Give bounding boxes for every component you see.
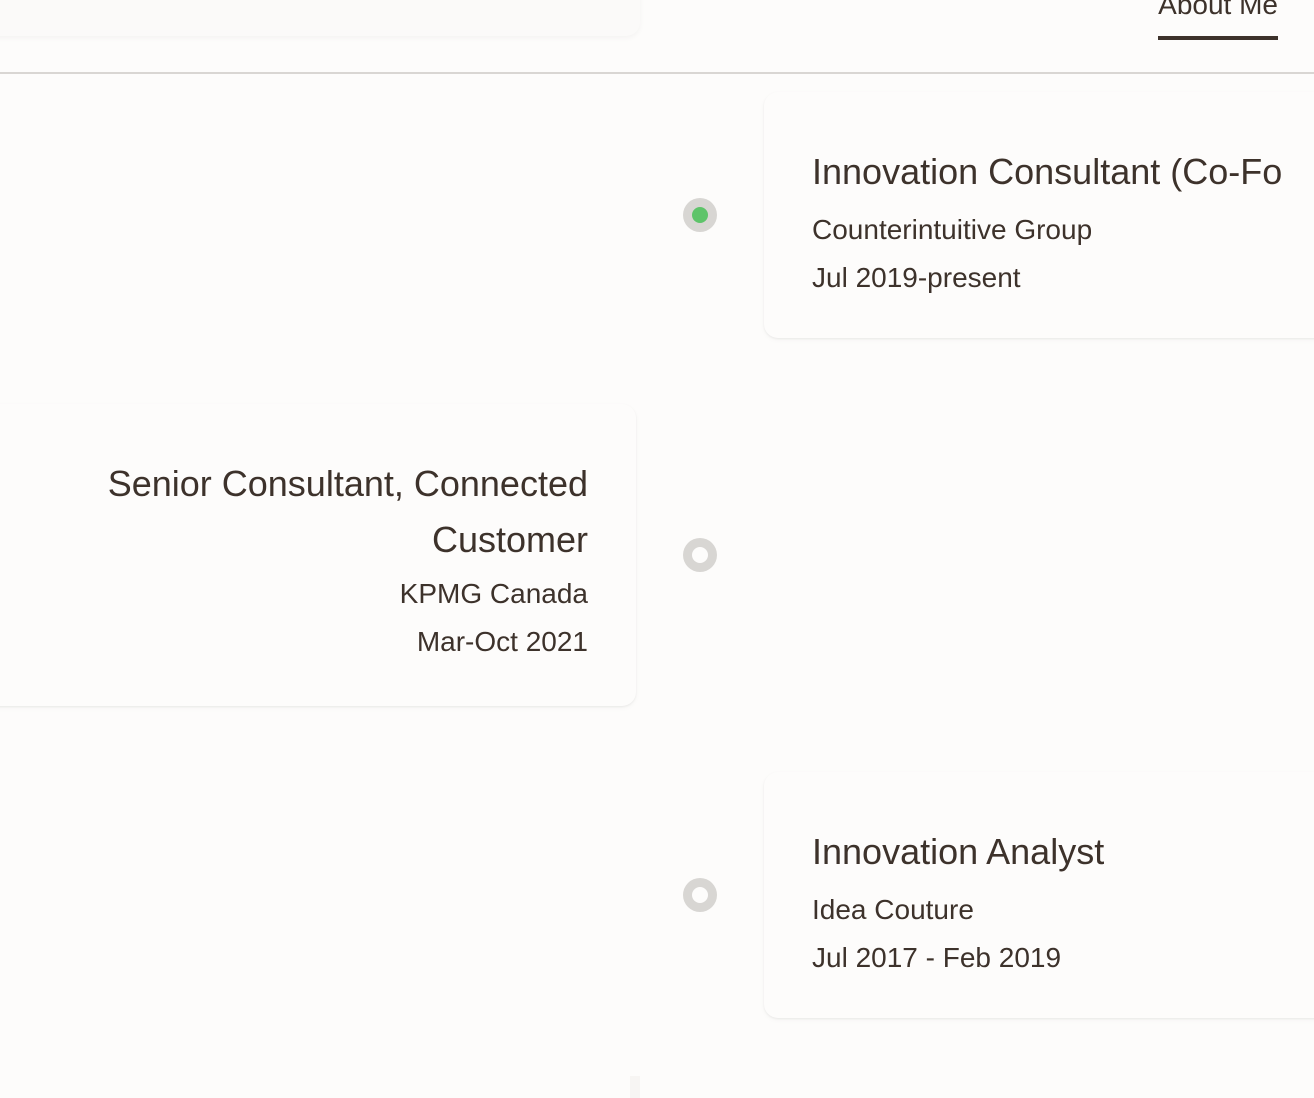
next-card-edge [630,1076,640,1098]
job-title: Innovation Analyst [812,831,1105,872]
job-dates: Jul 2019-present [812,262,1021,293]
page: About Me Innovation Consultant (Co-Fo Co… [0,0,1314,1098]
timeline-dot [683,538,717,572]
header-search-area [0,0,640,36]
job-title: Innovation Consultant (Co-Fo [812,151,1283,192]
header: About Me [0,0,1314,74]
company-name: Counterintuitive Group [812,214,1093,245]
job-title: Senior Consultant, Connected Customer [107,463,588,560]
job-dates: Mar-Oct 2021 [416,626,588,657]
current-status-indicator [692,207,708,223]
job-dates: Jul 2017 - Feb 2019 [812,942,1062,973]
timeline-dot-center [692,547,708,563]
nav-about-me-link[interactable]: About Me [1158,0,1278,40]
company-name: Idea Couture [812,894,974,925]
timeline-card: Senior Consultant, Connected Customer KP… [0,404,636,706]
timeline-card: Innovation Consultant (Co-Fo Counterintu… [764,92,1314,338]
timeline-dot-current [683,198,717,232]
timeline-card: Innovation Analyst Idea Couture Jul 2017… [764,772,1314,1018]
company-name: KPMG Canada [399,578,588,609]
timeline-dot [683,878,717,912]
timeline-dot-center [692,887,708,903]
